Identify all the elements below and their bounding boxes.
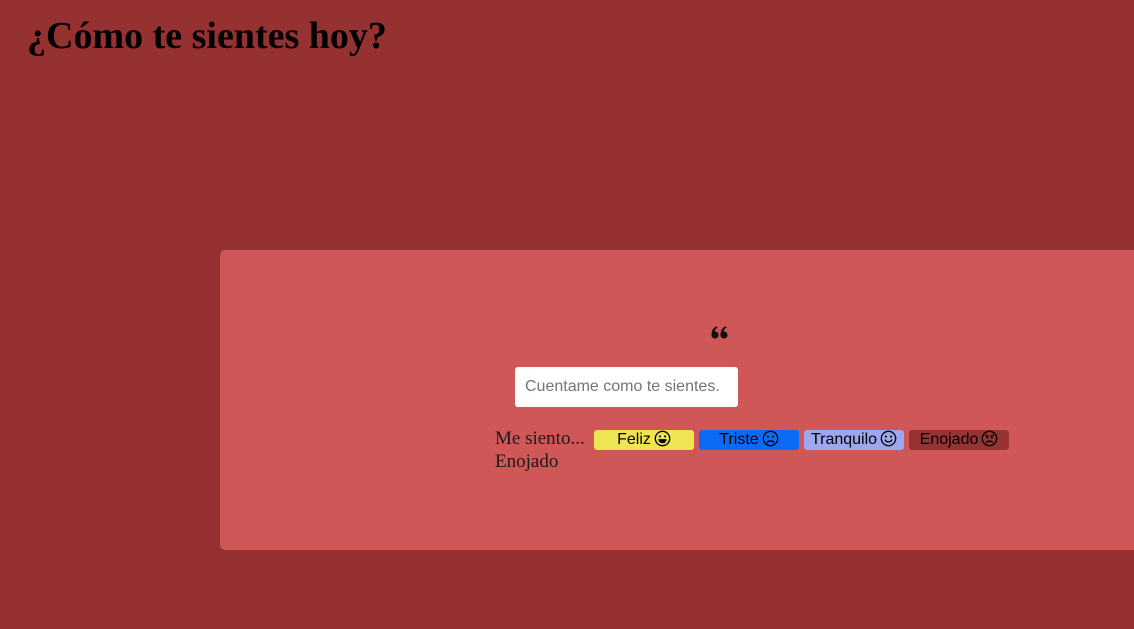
prompt-label: Me siento... [495,428,585,449]
mood-button-label: Feliz [617,431,651,448]
angry-face-icon [982,430,998,447]
mood-button-enojado[interactable]: Enojado [909,430,1009,450]
feeling-input[interactable] [515,367,738,407]
page-title: ¿Cómo te sientes hoy? [27,15,387,57]
smiling-face-icon [880,430,897,447]
mood-button-triste[interactable]: Triste [699,430,799,450]
sad-face-icon [762,430,779,447]
mood-button-label: Tranquilo [810,431,878,448]
selected-mood-text: Enojado [495,451,559,472]
mood-button-label: Enojado [919,431,979,448]
mood-button-tranquilo[interactable]: Tranquilo [804,430,904,450]
grinning-face-icon [654,430,671,447]
mood-button-feliz[interactable]: Feliz [594,430,694,450]
quote-left-icon [711,326,728,339]
mood-button-label: Triste [719,431,759,448]
